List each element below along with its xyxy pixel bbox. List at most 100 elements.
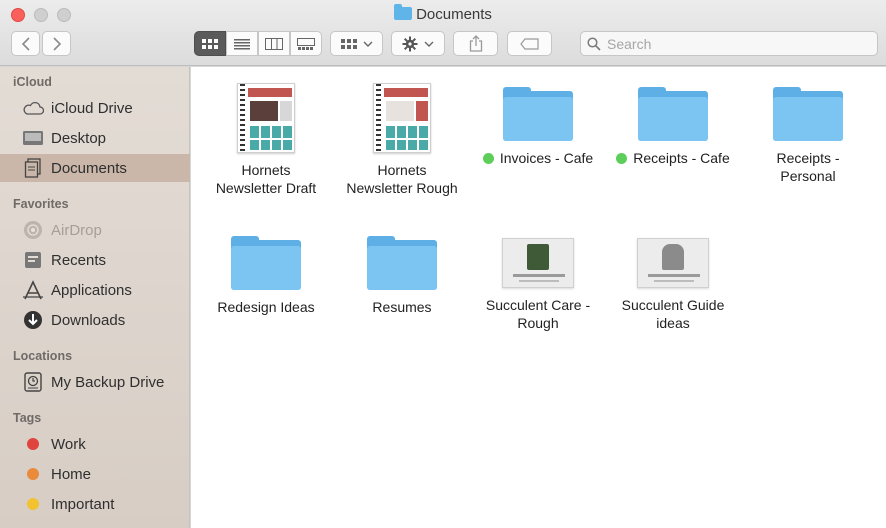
file-name: Rough [517, 315, 559, 331]
sidebar-section-icloud: iCloud [13, 75, 52, 89]
sidebar-item-recents[interactable]: Recents [0, 246, 190, 274]
applications-icon [22, 280, 44, 300]
backup-drive-icon [22, 372, 44, 392]
finder-window: Documents Search iCloud iCloud Drive Des… [0, 0, 886, 528]
action-button[interactable] [391, 31, 445, 56]
file-name: Succulent Care - [485, 297, 591, 313]
gallery-view-button[interactable] [290, 31, 322, 56]
search-field[interactable] [580, 31, 878, 56]
folder-icon [470, 75, 606, 153]
sidebar: iCloud iCloud Drive Desktop Documents Fa… [0, 67, 190, 528]
sidebar-item-label: iCloud Drive [51, 99, 133, 117]
sidebar-item-label: Desktop [51, 129, 107, 147]
file-name: Newsletter Rough [346, 180, 458, 196]
sidebar-item-label: Applications [51, 281, 132, 299]
icon-view-button[interactable] [194, 31, 226, 56]
file-item-succulent-care-rough[interactable]: Succulent Care - Rough [470, 224, 606, 332]
recents-icon [22, 250, 44, 270]
folder-item-receipts-cafe[interactable]: Receipts - Cafe [605, 75, 741, 167]
share-button[interactable] [453, 31, 498, 56]
file-item-hornets-newsletter-draft[interactable]: Hornets Newsletter Draft [198, 75, 334, 197]
sidebar-tag-work[interactable]: Work [0, 430, 190, 458]
sidebar-item-airdrop[interactable]: AirDrop [0, 216, 190, 244]
chevron-down-icon [424, 41, 434, 47]
sidebar-section-tags: Tags [13, 411, 42, 425]
sidebar-item-downloads[interactable]: Downloads [0, 306, 190, 334]
sidebar-section-locations: Locations [13, 349, 73, 363]
group-by-button[interactable] [330, 31, 383, 56]
cloud-icon [22, 98, 44, 118]
folder-icon [740, 75, 876, 153]
chevron-down-icon [363, 41, 372, 47]
icon-view-icon [202, 38, 218, 49]
image-thumbnail [605, 224, 741, 302]
green-tag-icon [482, 153, 494, 164]
sidebar-item-icloud-drive[interactable]: iCloud Drive [0, 94, 190, 122]
folder-icon [394, 4, 413, 20]
file-name: Invoices - Cafe [499, 150, 594, 166]
sidebar-item-label: My Backup Drive [51, 373, 165, 391]
sidebar-tag-home[interactable]: Home [0, 460, 190, 488]
sidebar-item-applications[interactable]: Applications [0, 276, 190, 304]
folder-icon [334, 224, 470, 302]
green-tag-icon [616, 153, 628, 164]
sidebar-item-desktop[interactable]: Desktop [0, 124, 190, 152]
sidebar-item-my-backup-drive[interactable]: My Backup Drive [0, 368, 190, 396]
orange-tag-icon [27, 468, 39, 480]
window-title-text: Documents [416, 6, 492, 23]
gallery-view-icon [297, 37, 315, 50]
list-view-icon [234, 38, 250, 49]
red-tag-icon [27, 438, 39, 450]
file-name: Resumes [372, 299, 432, 315]
sidebar-section-favorites: Favorites [13, 197, 69, 211]
documents-icon [22, 158, 44, 178]
sidebar-item-label: Downloads [51, 311, 126, 329]
airdrop-icon [22, 220, 44, 240]
gear-icon [402, 36, 418, 51]
yellow-tag-icon [27, 498, 39, 510]
chevron-right-icon [52, 36, 61, 51]
file-name: Hornets [241, 162, 291, 178]
folder-item-invoices-cafe[interactable]: Invoices - Cafe [470, 75, 606, 167]
sidebar-tag-important[interactable]: Important [0, 490, 190, 518]
folder-item-resumes[interactable]: Resumes [334, 224, 470, 316]
toolbar: Documents [0, 0, 886, 66]
search-icon [587, 36, 601, 51]
sidebar-item-documents[interactable]: Documents [0, 154, 190, 182]
file-name: Redesign Ideas [217, 299, 315, 315]
file-item-succulent-guide-ideas[interactable]: Succulent Guide ideas [605, 224, 741, 332]
folder-icon [605, 75, 741, 153]
tag-icon [519, 37, 539, 50]
sidebar-item-label: Home [51, 465, 92, 483]
chevron-left-icon [21, 36, 30, 51]
file-name: Receipts - Cafe [633, 150, 730, 166]
folder-item-receipts-personal[interactable]: Receipts - Personal [740, 75, 876, 185]
file-grid: Hornets Newsletter Draft Hornets Newslet… [191, 67, 886, 528]
file-name: Newsletter Draft [215, 180, 317, 196]
folder-icon [198, 224, 334, 302]
search-input[interactable] [607, 35, 857, 52]
sidebar-item-label: AirDrop [51, 221, 102, 239]
sidebar-item-label: Important [51, 495, 115, 513]
forward-button[interactable] [42, 31, 71, 56]
sidebar-item-label: Documents [51, 159, 127, 177]
folder-item-redesign-ideas[interactable]: Redesign Ideas [198, 224, 334, 316]
column-view-button[interactable] [258, 31, 290, 56]
document-thumbnail [198, 75, 334, 153]
downloads-icon [22, 310, 44, 330]
window-title: Documents [0, 4, 886, 23]
share-icon [469, 35, 482, 52]
desktop-icon [22, 128, 44, 148]
document-thumbnail [334, 75, 470, 153]
edit-tags-button[interactable] [507, 31, 552, 56]
file-item-hornets-newsletter-rough[interactable]: Hornets Newsletter Rough [334, 75, 470, 197]
back-button[interactable] [11, 31, 40, 56]
list-view-button[interactable] [226, 31, 258, 56]
sidebar-item-label: Recents [51, 251, 107, 269]
file-name: Personal [780, 168, 836, 184]
column-view-icon [265, 37, 283, 50]
sidebar-item-label: Work [51, 435, 86, 453]
file-name: ideas [656, 315, 690, 331]
image-thumbnail [470, 224, 606, 302]
file-name: Succulent Guide [621, 297, 725, 313]
